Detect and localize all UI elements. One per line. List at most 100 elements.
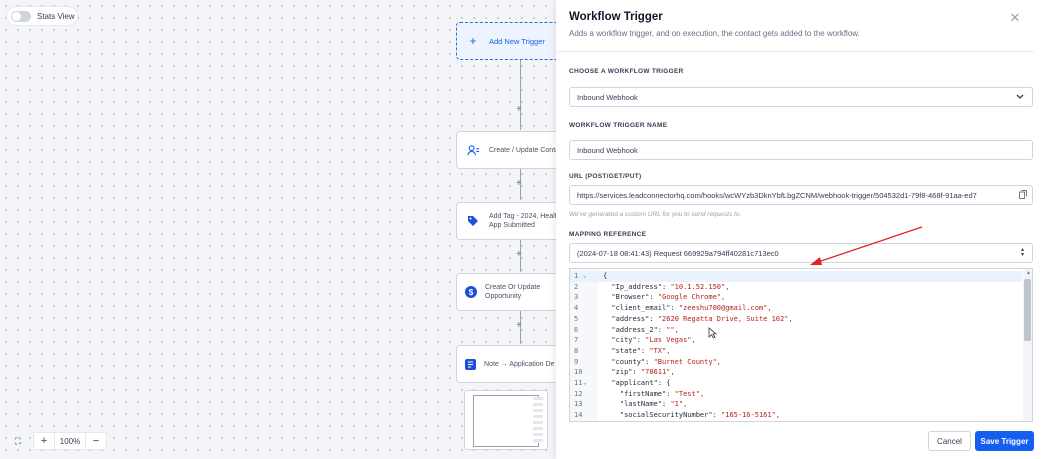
json-key: "lastName": (603, 400, 671, 409)
workflow-trigger-drawer: Workflow Trigger Adds a workflow trigger… (556, 0, 1056, 459)
contact-icon (465, 142, 481, 158)
trigger-name-value: Inbound Webhook (577, 145, 638, 155)
code-line: 7 "city": "Las Vegas", (570, 335, 1022, 346)
webhook-url-value: https://services.leadconnectorhq.com/hoo… (577, 190, 977, 200)
code-line: 2 "Ip_address": "10.1.52.150", (570, 282, 1022, 293)
code-text: "firstName": "Test", (603, 389, 704, 400)
code-text: "zip": "78611", (603, 367, 675, 378)
json-key: "applicant": { (603, 379, 671, 387)
line-number: 2 (574, 282, 579, 291)
json-key: "socialSecurityNumber": (603, 411, 722, 420)
code-text: "Browser": "Google Chrome", (603, 292, 725, 303)
code-line: 8 "state": "TX", (570, 346, 1022, 357)
line-number: 9 (574, 357, 579, 366)
code-line: 12 "firstName": "Test", (570, 389, 1022, 400)
mapping-reference-select[interactable]: (2024-07-18 08:41:43) Request 669929a794… (569, 243, 1033, 263)
node-label-line2: App Submitted (489, 222, 535, 229)
node-label: Create / Update Conta (489, 146, 560, 154)
fold-chevron-icon[interactable]: ⌄ (583, 271, 603, 282)
add-new-trigger-node[interactable]: + Add New Trigger (456, 22, 566, 60)
choose-trigger-label: CHOOSE A WORKFLOW TRIGGER (569, 68, 684, 75)
editor-scrollbar[interactable]: ▲ (1023, 269, 1032, 421)
drawer-subtitle: Adds a workflow trigger, and on executio… (569, 29, 860, 38)
line-number: 8 (574, 346, 579, 355)
code-line: 1 ⌄{ (570, 271, 1022, 282)
json-key: "city": (603, 336, 646, 345)
zoom-out-button[interactable]: − (85, 432, 107, 450)
line-number: 13 (574, 400, 583, 409)
json-value: "Las Vegas", (645, 336, 696, 345)
webhook-url-field[interactable]: https://services.leadconnectorhq.com/hoo… (569, 185, 1033, 205)
code-line: 9 "county": "Burnet County", (570, 357, 1022, 368)
note-node[interactable]: Note → Application De (456, 345, 566, 383)
toggle-switch[interactable] (11, 10, 31, 22)
code-text: { (603, 271, 607, 282)
json-code-editor[interactable]: 1 ⌄{2 "Ip_address": "10.1.52.150", 3 "Brow… (569, 268, 1033, 422)
node-label-line1: Create Or Update (485, 284, 541, 291)
fold-chevron-icon[interactable]: ⌄ (583, 378, 603, 389)
code-text: "client_email": "zeeshu700@gmail.com", (603, 303, 772, 314)
code-text: "address_2": "", (603, 325, 678, 336)
json-key: "county": (603, 357, 654, 366)
json-key: "Browser": (603, 293, 658, 302)
json-value: "165-16-5161", (721, 411, 781, 420)
node-label: Add Tag - 2024, Healt App Submitted (489, 212, 557, 230)
add-step-plus-icon[interactable]: + (516, 320, 522, 331)
add-step-plus-icon[interactable]: + (516, 249, 522, 260)
code-text: "socialSecurityNumber": "165-16-5161", (603, 410, 780, 421)
scrollbar-thumb[interactable] (1024, 279, 1031, 341)
add-step-plus-icon[interactable]: + (516, 104, 522, 115)
json-value: "zeeshu700@gmail.com", (678, 304, 772, 313)
code-line: 14 "socialSecurityNumber": "165-16-5161"… (570, 410, 1022, 421)
cancel-button[interactable]: Cancel (928, 431, 971, 451)
stats-view-toggle[interactable]: Stats View (7, 7, 77, 25)
trigger-name-input[interactable]: Inbound Webhook (569, 140, 1033, 160)
zoom-controls: ⛶ + 100% − (7, 432, 107, 450)
updown-chevron-icon: ▴ ▾ (1020, 247, 1024, 258)
dollar-icon: $ (465, 286, 477, 298)
tag-icon (465, 213, 481, 229)
code-text: "lastName": "1", (603, 399, 687, 410)
json-key: "address": (603, 314, 658, 323)
code-text: "address": "2620 Regatta Drive, Suite 10… (603, 314, 792, 325)
minimap-bar (533, 397, 543, 443)
line-number: 10 (574, 368, 583, 377)
scroll-up-icon[interactable]: ▲ (1026, 270, 1031, 276)
mapping-reference-value: (2024-07-18 08:41:43) Request 669929a794… (577, 248, 779, 258)
plus-icon: + (469, 34, 477, 48)
line-number: 6 (574, 325, 579, 334)
json-value: "Burnet County", (653, 357, 722, 366)
mapping-reference-label: MAPPING REFERENCE (569, 231, 647, 238)
code-line: 4 "client_email": "zeeshu700@gmail.com", (570, 303, 1022, 314)
minimap-viewport (473, 395, 539, 447)
close-icon[interactable]: ✕ (1008, 11, 1022, 25)
trigger-type-select[interactable]: Inbound Webhook (569, 87, 1033, 107)
add-step-plus-icon[interactable]: + (516, 178, 522, 189)
divider (556, 51, 1034, 52)
fit-screen-icon[interactable]: ⛶ (7, 432, 29, 450)
drawer-title: Workflow Trigger (569, 11, 663, 23)
code-text: "Ip_address": "10.1.52.150", (603, 282, 729, 293)
json-value: "78611", (640, 368, 675, 377)
add-tag-node[interactable]: Add Tag - 2024, Healt App Submitted (456, 202, 566, 240)
line-number: 7 (574, 336, 579, 345)
create-update-opportunity-node[interactable]: $ Create Or Update Opportunity (456, 273, 566, 311)
url-label: URL (POST/GET/PUT) (569, 173, 642, 180)
create-update-contact-node[interactable]: Create / Update Conta (456, 131, 566, 169)
json-key: "state": (603, 346, 650, 355)
stats-view-label: Stats View (37, 11, 75, 21)
json-key: { (603, 272, 608, 280)
json-value: "1", (670, 400, 688, 409)
copy-icon[interactable] (1019, 189, 1027, 201)
zoom-level: 100% (55, 432, 85, 450)
code-text: "state": "TX", (603, 346, 670, 357)
line-number: 3 (574, 293, 579, 302)
minimap[interactable] (464, 390, 548, 450)
json-value: "Test", (674, 389, 705, 398)
save-trigger-button[interactable]: Save Trigger (975, 431, 1034, 451)
zoom-in-button[interactable]: + (33, 432, 55, 450)
line-number: 5 (574, 314, 579, 323)
json-value: "10.1.52.150", (670, 282, 730, 291)
json-key: "client_email": (603, 304, 679, 313)
code-line: 3 "Browser": "Google Chrome", (570, 292, 1022, 303)
